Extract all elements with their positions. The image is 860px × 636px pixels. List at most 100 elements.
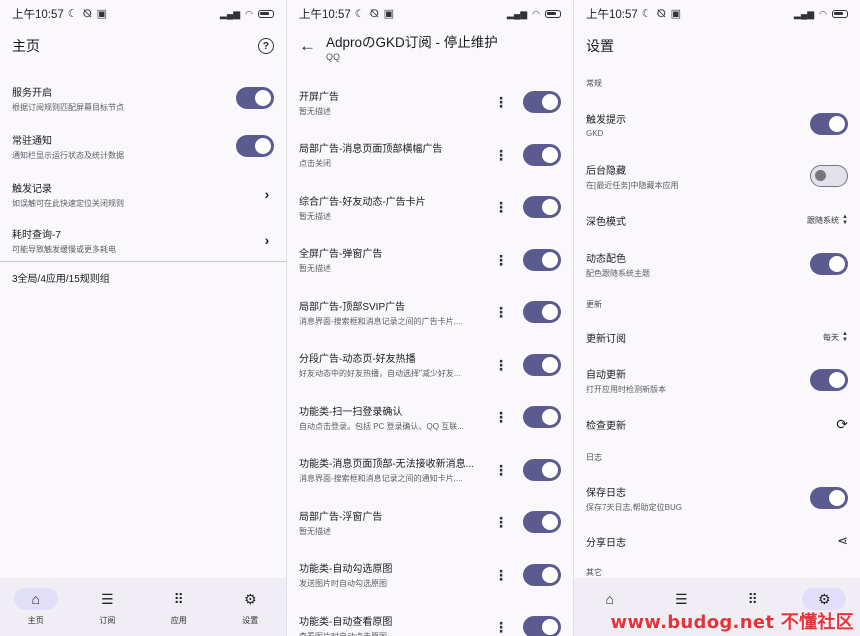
more-vert-icon[interactable]: ⋮ [491,568,511,582]
rule-toggle[interactable] [523,196,561,218]
dark-mode-row[interactable]: 深色模式 跟随系统 ▲ ▼ [574,208,860,232]
rule-group-row[interactable]: 全屏广告-弹窗广告 暂无描述 ⋮ [287,242,573,278]
share-icon[interactable]: ⋖ [837,533,848,549]
rule-toggle[interactable] [523,143,561,166]
update-frequency-value: 每天 [823,332,840,342]
dynamic-color-toggle[interactable] [810,253,848,275]
update-frequency-select[interactable]: 每天 ▲ ▼ [823,331,848,343]
rule-toggle[interactable] [523,248,561,271]
rule-group-row[interactable]: 功能类-扫一扫登录确认 自动点击登录。包括 PC 登录确认、QQ 互联... ⋮ [287,399,573,435]
rule-toggle[interactable] [523,353,561,376]
row-title: 常驻通知 [12,135,52,147]
auto-update-toggle[interactable] [810,369,848,391]
rule-toggle[interactable] [523,616,561,636]
service-toggle[interactable] [236,87,274,109]
divider [0,261,286,262]
rule-title: 功能类-自动查看原图 [299,616,393,628]
nav-apps[interactable]: ⠿ 应用 [143,578,215,636]
rule-title: 综合广告-好友动态-广告卡片 [299,196,426,208]
trigger-tip-row[interactable]: 触发提示 GKD [574,104,860,144]
nav-settings[interactable]: ⚙ 设置 [215,578,287,636]
rule-toggle[interactable] [523,301,561,323]
hide-background-row[interactable]: 后台隐藏 在[最近任务]中隐藏本应用 [574,156,860,196]
nav-subscription[interactable]: ☰ 订阅 [72,578,144,636]
rule-group-row[interactable]: 分段广告-动态页-好友热播 好友动态中的好友热播，自动选择"减少好友... ⋮ [287,347,573,383]
auto-update-row[interactable]: 自动更新 打开应用时检测新版本 [574,360,860,400]
status-time: 上午10:57 [586,9,638,21]
subscription-screen: 上午10:57 ☾ ⦰ ▣ ▂▄▆ ◠ ← AdproのGKD订阅 - 停止维护… [287,0,573,636]
trigger-tip-toggle[interactable] [810,113,848,135]
settings-screen: 上午10:57 ☾ ⦰ ▣ ▂▄▆ ◠ 设置 常规 触发提示 GKD 后台隐藏 … [574,0,860,636]
rule-title: 局部广告-顶部SVIP广告 [299,301,406,313]
dark-mode-select[interactable]: 跟随系统 ▲ ▼ [807,214,848,226]
rule-title: 局部广告-消息页面顶部横幅广告 [299,144,443,155]
rule-group-row[interactable]: 功能类-自动勾选原图 发送图片时自动勾选原图 ⋮ [287,557,573,593]
rule-toggle[interactable] [523,511,561,533]
notification-toggle[interactable] [236,135,274,157]
row-title: 耗时查询-7 [12,229,61,241]
rule-group-row[interactable]: 综合广告-好友动态-广告卡片 暂无描述 ⋮ [287,189,573,225]
more-vert-icon[interactable]: ⋮ [491,515,511,529]
rule-toggle[interactable] [523,91,561,113]
row-desc: GKD [586,128,604,138]
back-arrow-icon[interactable]: ← [299,36,316,56]
status-bar: 上午10:57 ☾ ⦰ ▣ ▂▄▆ ◠ [574,0,860,28]
status-right: ▂▄▆ ◠ [794,9,848,20]
more-vert-icon[interactable]: ⋮ [491,200,511,214]
row-desc: 保存7天日志,帮助定位BUG [586,502,683,512]
rule-desc: 好友动态中的好友热播，自动选择"减少好友... [299,369,461,378]
battery-icon [258,10,274,18]
rule-desc: 消息界面-搜索框和消息记录之间的通知卡片,... [299,474,463,483]
page-subtitle: QQ [326,51,341,62]
rule-title: 功能类-消息页面顶部-无法接收新消息... [299,459,474,470]
save-log-toggle[interactable] [810,487,848,509]
more-vert-icon[interactable]: ⋮ [491,410,511,424]
row-title: 触发提示 [586,114,626,126]
more-vert-icon[interactable]: ⋮ [491,253,511,267]
help-icon[interactable]: ? [258,38,274,54]
more-vert-icon[interactable]: ⋮ [491,620,511,634]
battery-icon [832,10,848,18]
rule-group-row[interactable]: 局部广告-消息页面顶部横幅广告 点击关闭 ⋮ [287,137,573,173]
apps-icon: ⠿ [173,590,184,607]
trigger-log-row[interactable]: 触发记录 如误触可在此快速定位关闭规则 › [0,174,286,214]
update-subscription-row[interactable]: 更新订阅 每天 ▲ ▼ [574,325,860,349]
more-vert-icon[interactable]: ⋮ [491,95,511,109]
section-other: 其它 [586,568,602,577]
status-bar: 上午10:57 ☾ ⦰ ▣ ▂▄▆ ◠ [287,0,573,28]
chevron-right-icon: › [264,186,270,202]
rule-group-row[interactable]: 局部广告-顶部SVIP广告消息界面-搜索框和消息记录之间的广告卡片,... ⋮ [287,294,573,330]
save-log-row[interactable]: 保存日志 保存7天日志,帮助定位BUG [574,478,860,518]
hide-background-toggle[interactable] [810,165,848,187]
service-switch-row[interactable]: 服务开启 根据订阅规则匹配屏幕目标节点 [0,78,286,118]
rule-toggle[interactable] [523,563,561,586]
more-vert-icon[interactable]: ⋮ [491,358,511,372]
rule-desc: 发送图片时自动勾选原图 [299,579,387,588]
nav-label: 应用 [170,616,187,625]
section-general: 常规 [586,79,602,88]
rule-desc: 查看图片时自动点击原图 [299,631,387,636]
row-title: 深色模式 [586,216,626,228]
row-desc: 打开应用时检测新版本 [586,384,666,394]
rule-toggle[interactable] [523,458,561,481]
refresh-icon[interactable]: ⟳ [836,416,848,433]
page-title: AdproのGKD订阅 - 停止维护 [326,34,498,50]
rule-group-row[interactable]: 局部广告-浮窗广告 暂无描述 ⋮ [287,504,573,540]
timing-query-row[interactable]: 耗时查询-7 可能导致触发缓慢或更多耗电 › [0,220,286,260]
share-log-row[interactable]: 分享日志 ⋖ [574,529,860,553]
more-vert-icon[interactable]: ⋮ [491,305,511,319]
home-icon: ⌂ [605,591,614,607]
rule-desc: 消息界面-搜索框和消息记录之间的广告卡片,... [299,316,463,326]
rule-group-row[interactable]: 开屏广告 暂无描述 ⋮ [287,84,573,120]
nav-home[interactable]: ⌂ 主页 [0,578,72,636]
check-update-row[interactable]: 检查更新 ⟳ [574,412,860,436]
notification-row[interactable]: 常驻通知 通知栏显示运行状态及统计数据 [0,126,286,166]
more-vert-icon[interactable]: ⋮ [491,463,511,477]
more-vert-icon[interactable]: ⋮ [491,148,511,162]
rule-group-row[interactable]: 功能类-消息页面顶部-无法接收新消息... 消息界面-搜索框和消息记录之间的通知卡… [287,452,573,488]
dynamic-color-row[interactable]: 动态配色 配色跟随系统主题 [574,244,860,284]
row-title: 触发记录 [12,183,52,195]
rule-toggle[interactable] [523,406,561,428]
rule-group-row[interactable]: 功能类-自动查看原图查看图片时自动点击原图 ⋮ [287,609,573,636]
chevron-right-icon: › [264,232,270,248]
